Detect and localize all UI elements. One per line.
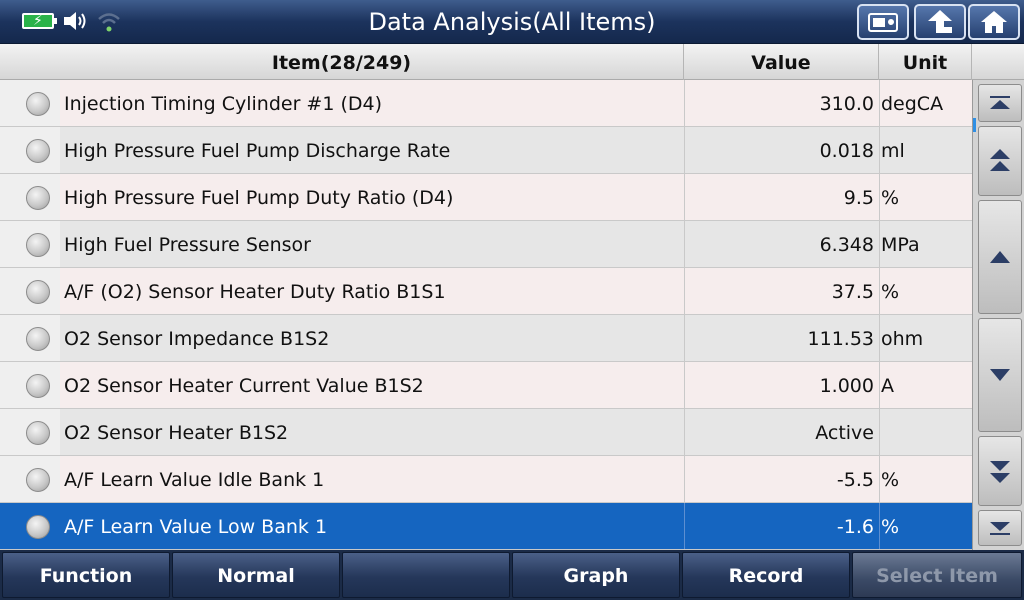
- line-up-button[interactable]: [978, 200, 1022, 314]
- screenshot-icon: [868, 13, 898, 32]
- radio-button[interactable]: [26, 421, 50, 445]
- scroll-top-icon: [990, 96, 1010, 109]
- line-up-icon: [990, 251, 1010, 263]
- table-row[interactable]: A/F (O2) Sensor Heater Duty Ratio B1S1 3…: [0, 268, 972, 315]
- table-row[interactable]: O2 Sensor Impedance B1S2 111.53 ohm: [0, 315, 972, 362]
- table-row[interactable]: High Pressure Fuel Pump Discharge Rate 0…: [0, 127, 972, 174]
- radio-button[interactable]: [26, 374, 50, 398]
- page-down-icon: [990, 461, 1010, 483]
- line-down-button[interactable]: [978, 318, 1022, 432]
- item-value: 6.348: [819, 234, 874, 256]
- item-name: O2 Sensor Heater Current Value B1S2: [64, 375, 424, 397]
- radio-button[interactable]: [26, 280, 50, 304]
- item-name: O2 Sensor Heater B1S2: [64, 422, 289, 444]
- radio-button[interactable]: [26, 515, 50, 539]
- radio-button[interactable]: [26, 233, 50, 257]
- radio-button[interactable]: [26, 92, 50, 116]
- table-row[interactable]: High Fuel Pressure Sensor 6.348 MPa: [0, 221, 972, 268]
- empty-button[interactable]: [342, 552, 510, 598]
- graph-button[interactable]: Graph: [512, 552, 680, 598]
- item-name: High Pressure Fuel Pump Duty Ratio (D4): [64, 187, 454, 209]
- item-value: 111.53: [807, 328, 874, 350]
- item-value: -5.5: [836, 469, 874, 491]
- table-row[interactable]: O2 Sensor Heater Current Value B1S2 1.00…: [0, 362, 972, 409]
- column-header-unit: Unit: [879, 44, 972, 80]
- bottom-toolbar: Function Normal Graph Record Select Item: [0, 550, 1024, 600]
- table-row[interactable]: O2 Sensor Heater B1S2 Active: [0, 409, 972, 456]
- item-value: 1.000: [819, 375, 874, 397]
- table-row[interactable]: A/F Learn Value Idle Bank 1 -5.5 %: [0, 456, 972, 503]
- item-name: A/F Learn Value Idle Bank 1: [64, 469, 325, 491]
- item-unit: ml: [881, 140, 905, 162]
- home-icon: [981, 11, 1007, 33]
- radio-button[interactable]: [26, 186, 50, 210]
- item-unit: %: [881, 516, 900, 538]
- table-header: Item(28/249) Value Unit: [0, 44, 1024, 80]
- select-item-button[interactable]: Select Item: [852, 552, 1022, 598]
- item-unit: MPa: [881, 234, 920, 256]
- radio-button[interactable]: [26, 327, 50, 351]
- page-up-icon: [990, 149, 1010, 171]
- table-row[interactable]: Injection Timing Cylinder #1 (D4) 310.0 …: [0, 80, 972, 127]
- item-name: High Fuel Pressure Sensor: [64, 234, 311, 256]
- item-name: A/F Learn Value Low Bank 1: [64, 516, 328, 538]
- radio-button[interactable]: [26, 139, 50, 163]
- item-value: 310.0: [819, 93, 874, 115]
- column-header-scroll: [972, 44, 1024, 80]
- column-header-item[interactable]: Item(28/249): [0, 44, 684, 80]
- item-value: 9.5: [843, 187, 874, 209]
- item-value: -1.6: [836, 516, 874, 538]
- item-unit: %: [881, 469, 900, 491]
- scroll-position-indicator: [973, 118, 976, 132]
- back-button[interactable]: [914, 4, 966, 40]
- item-value: Active: [815, 422, 874, 444]
- item-unit: %: [881, 281, 900, 303]
- table-row-selected[interactable]: A/F Learn Value Low Bank 1 -1.6 %: [0, 503, 972, 550]
- table-row[interactable]: High Pressure Fuel Pump Duty Ratio (D4) …: [0, 174, 972, 221]
- item-value: 37.5: [831, 281, 874, 303]
- scroll-top-button[interactable]: [978, 84, 1022, 122]
- item-unit: degCA: [881, 93, 944, 115]
- item-unit: ohm: [881, 328, 924, 350]
- item-name: Injection Timing Cylinder #1 (D4): [64, 93, 383, 115]
- function-button[interactable]: Function: [2, 552, 170, 598]
- item-name: High Pressure Fuel Pump Discharge Rate: [64, 140, 451, 162]
- scroll-controls: [972, 80, 1024, 550]
- normal-button[interactable]: Normal: [172, 552, 340, 598]
- item-name: O2 Sensor Impedance B1S2: [64, 328, 330, 350]
- home-button[interactable]: [968, 4, 1020, 40]
- item-unit: %: [881, 187, 900, 209]
- radio-button[interactable]: [26, 468, 50, 492]
- column-header-value: Value: [684, 44, 879, 80]
- line-down-icon: [990, 369, 1010, 381]
- title-bar: ⚡ Data Analysis(All Items): [0, 0, 1024, 44]
- scroll-bottom-button[interactable]: [978, 510, 1022, 546]
- page-down-button[interactable]: [978, 436, 1022, 506]
- page-up-button[interactable]: [978, 126, 1022, 196]
- item-name: A/F (O2) Sensor Heater Duty Ratio B1S1: [64, 281, 446, 303]
- scroll-bottom-icon: [990, 522, 1010, 535]
- screenshot-button[interactable]: [857, 4, 909, 40]
- data-list: Injection Timing Cylinder #1 (D4) 310.0 …: [0, 80, 972, 550]
- record-button[interactable]: Record: [682, 552, 850, 598]
- back-icon: [928, 10, 952, 33]
- item-value: 0.018: [819, 140, 874, 162]
- item-unit: A: [881, 375, 894, 397]
